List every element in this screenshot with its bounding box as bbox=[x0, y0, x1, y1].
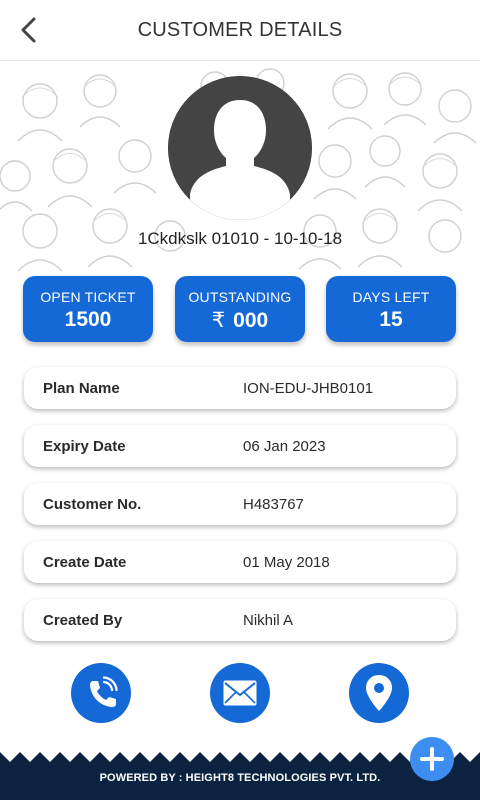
plan-name-label: Plan Name bbox=[43, 379, 120, 397]
expiry-date-label: Expiry Date bbox=[43, 437, 126, 455]
location-button[interactable] bbox=[349, 663, 409, 723]
person-silhouette-icon bbox=[168, 76, 312, 220]
add-fab-button[interactable] bbox=[410, 737, 454, 781]
open-ticket-label: OPEN TICKET bbox=[40, 289, 136, 305]
open-ticket-value: 1500 bbox=[64, 308, 112, 331]
outstanding-label: OUTSTANDING bbox=[188, 289, 292, 305]
page-title: CUSTOMER DETAILS bbox=[137, 18, 343, 41]
back-button[interactable] bbox=[14, 14, 46, 46]
expiry-date-value: 06 Jan 2023 bbox=[243, 437, 326, 455]
email-button[interactable] bbox=[210, 663, 270, 723]
created-by-label: Created By bbox=[43, 611, 123, 629]
expiry-date-row: Expiry Date 06 Jan 2023 bbox=[24, 425, 456, 467]
header-bar: CUSTOMER DETAILS bbox=[0, 0, 480, 61]
customer-no-value: H483767 bbox=[243, 495, 304, 513]
create-date-row: Create Date 01 May 2018 bbox=[24, 541, 456, 583]
call-button[interactable] bbox=[71, 663, 131, 723]
avatar bbox=[168, 76, 312, 220]
customer-no-label: Customer No. bbox=[43, 495, 142, 513]
chevron-left-icon bbox=[21, 17, 36, 43]
footer-credit: POWERED BY : HEIGHT8 TECHNOLOGIES PVT. L… bbox=[99, 772, 381, 784]
create-date-value: 01 May 2018 bbox=[243, 553, 330, 571]
create-date-label: Create Date bbox=[43, 553, 127, 571]
customer-id-line: 1Ckdkslk 01010 - 10-10-18 bbox=[137, 229, 343, 248]
location-pin-icon bbox=[366, 675, 392, 711]
outstanding-card[interactable]: OUTSTANDING ₹000 bbox=[175, 276, 305, 342]
mail-icon bbox=[223, 680, 257, 706]
plan-name-row: Plan Name ION-EDU-JHB0101 bbox=[24, 367, 456, 409]
phone-icon bbox=[90, 676, 118, 707]
days-left-value: 15 bbox=[379, 308, 403, 331]
profile-hero: 1Ckdkslk 01010 - 10-10-18 bbox=[0, 61, 480, 271]
rupee-symbol: ₹ bbox=[211, 309, 226, 332]
customer-no-row: Customer No. H483767 bbox=[24, 483, 456, 525]
days-left-card[interactable]: DAYS LEFT 15 bbox=[326, 276, 456, 342]
days-left-label: DAYS LEFT bbox=[352, 289, 430, 305]
created-by-value: Nikhil A bbox=[243, 611, 294, 629]
created-by-row: Created By Nikhil A bbox=[24, 599, 456, 641]
outstanding-value: 000 bbox=[233, 309, 269, 332]
plus-icon bbox=[420, 747, 444, 771]
plan-name-value: ION-EDU-JHB0101 bbox=[243, 379, 374, 397]
open-ticket-card[interactable]: OPEN TICKET 1500 bbox=[23, 276, 153, 342]
